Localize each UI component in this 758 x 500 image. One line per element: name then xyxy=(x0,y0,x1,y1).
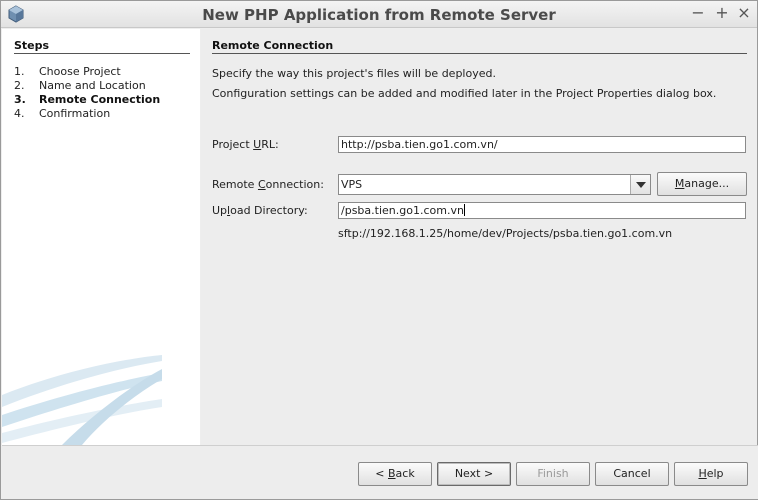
label-text: Project xyxy=(212,138,254,151)
step-label: Choose Project xyxy=(39,65,121,78)
steps-divider xyxy=(14,53,190,54)
step-number: 4. xyxy=(14,107,25,120)
label-text: RL: xyxy=(261,138,279,151)
button-mnemonic: H xyxy=(698,467,707,480)
step-number: 1. xyxy=(14,65,25,78)
steps-list: 1. Choose Project 2. Name and Location 3. R… xyxy=(14,65,160,121)
section-title: Remote Connection xyxy=(212,39,334,52)
label-text: oad Directory: xyxy=(230,204,308,217)
cancel-button[interactable]: Cancel xyxy=(595,462,669,486)
step-label: Confirmation xyxy=(39,107,111,120)
remote-path-hint: sftp://192.168.1.25/home/dev/Projects/ps… xyxy=(338,227,673,240)
button-mnemonic: B xyxy=(388,467,396,480)
label-mnemonic: U xyxy=(253,138,262,151)
upload-directory-input[interactable]: /psba.tien.go1.com.vn xyxy=(338,202,746,219)
step-item: 4. Confirmation xyxy=(14,107,160,121)
main-content: Remote Connection Specify the way this p… xyxy=(201,29,757,445)
finish-button[interactable]: Finish xyxy=(516,462,590,486)
upload-directory-value: /psba.tien.go1.com.vn xyxy=(341,204,464,217)
step-label: Remote Connection xyxy=(39,93,161,106)
remote-connection-select[interactable]: VPS xyxy=(338,174,651,195)
section-divider xyxy=(212,53,747,54)
button-mnemonic: M xyxy=(674,177,685,190)
steps-title: Steps xyxy=(14,39,50,52)
label-text: Remote xyxy=(212,178,258,191)
description-text: Specify the way this project's files wil… xyxy=(212,67,496,80)
maximize-button[interactable]: + xyxy=(713,4,731,22)
button-text: < xyxy=(375,467,388,480)
title-bar[interactable]: New PHP Application from Remote Server −… xyxy=(1,1,757,28)
project-url-input[interactable]: http://psba.tien.go1.com.vn/ xyxy=(338,136,746,153)
step-item: 1. Choose Project xyxy=(14,65,160,79)
step-number: 3. xyxy=(14,93,26,106)
decorative-swoosh-graphic xyxy=(2,355,162,445)
button-bar: < Back Next > Finish Cancel Help xyxy=(2,446,758,499)
window-title: New PHP Application from Remote Server xyxy=(202,6,556,24)
button-text: elp xyxy=(706,467,724,480)
button-text: ack xyxy=(395,467,415,480)
button-text: anage... xyxy=(684,177,730,190)
next-button[interactable]: Next > xyxy=(437,462,511,486)
remote-connection-value: VPS xyxy=(341,178,363,191)
step-item-current: 3. Remote Connection xyxy=(14,93,160,107)
label-mnemonic: C xyxy=(257,178,266,191)
step-number: 2. xyxy=(14,79,25,92)
description-text: Configuration settings can be added and … xyxy=(212,87,717,100)
steps-panel: Steps 1. Choose Project 2. Name and Locati… xyxy=(2,29,200,445)
upload-directory-label: Upload Directory: xyxy=(212,204,308,217)
step-item: 2. Name and Location xyxy=(14,79,160,93)
chevron-down-icon[interactable] xyxy=(630,175,650,194)
minimize-button[interactable]: − xyxy=(689,4,707,22)
back-button[interactable]: < Back xyxy=(358,462,432,486)
step-label: Name and Location xyxy=(39,79,146,92)
label-text: onnection: xyxy=(265,178,324,191)
wizard-window: New PHP Application from Remote Server −… xyxy=(0,0,758,500)
text-caret xyxy=(463,204,465,216)
close-button[interactable]: × xyxy=(735,4,753,22)
remote-connection-label: Remote Connection: xyxy=(212,178,324,191)
project-url-label: Project URL: xyxy=(212,138,279,151)
help-button[interactable]: Help xyxy=(674,462,748,486)
label-text: Up xyxy=(212,204,228,217)
manage-button[interactable]: Manage... xyxy=(657,172,747,196)
